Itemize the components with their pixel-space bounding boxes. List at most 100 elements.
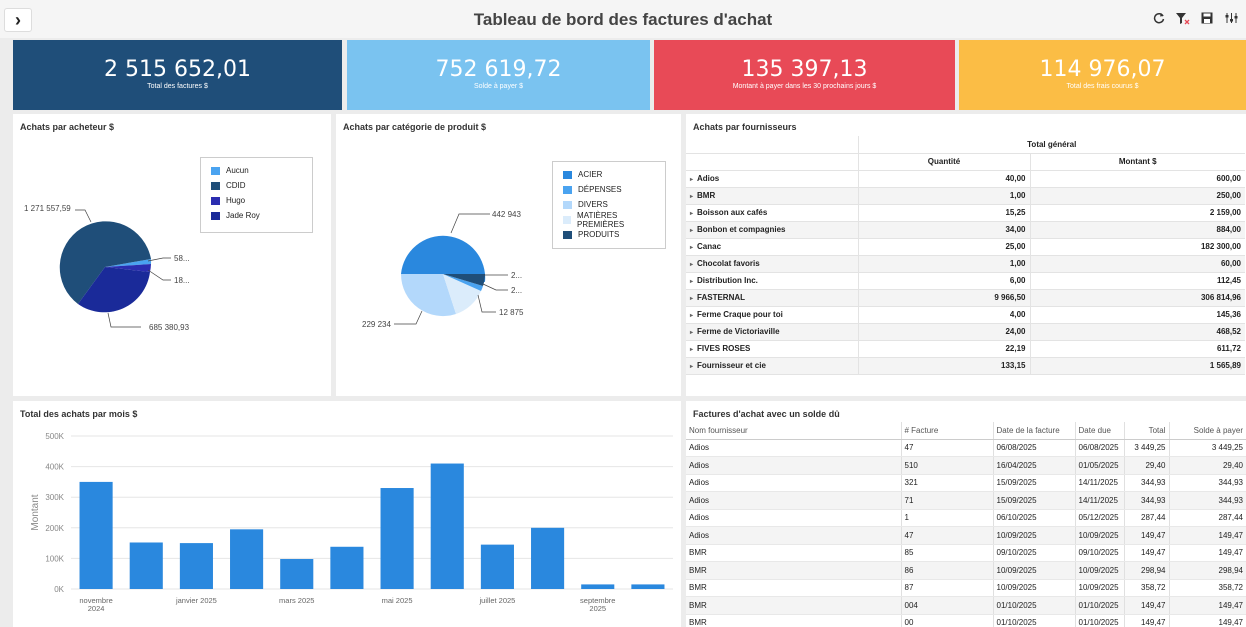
supplier-name[interactable]: ▸ Boisson aux cafés: [686, 204, 858, 222]
table-row[interactable]: ▸ Ferme Craque pour toi 4,00 145,36: [686, 306, 1245, 324]
supplier-name[interactable]: ▸ Chocolat favoris: [686, 255, 858, 273]
expand-caret-icon[interactable]: ▸: [690, 364, 693, 370]
bar[interactable]: [230, 529, 264, 589]
buyer-legend: Aucun CDID Hugo Jade Roy: [200, 157, 313, 233]
expand-caret-icon[interactable]: ▸: [690, 313, 693, 319]
amount-cell: 182 300,00: [1029, 238, 1245, 256]
suppliers-panel: Achats par fournisseurs Total général Qu…: [686, 114, 1246, 396]
column-header[interactable]: Montant $: [1029, 153, 1245, 171]
refresh-icon[interactable]: [1152, 12, 1166, 28]
balance-cell: 3 449,25: [1168, 439, 1246, 457]
table-row[interactable]: ▸ Chocolat favoris 1,00 60,00: [686, 255, 1245, 273]
amount-cell: 611,72: [1029, 340, 1245, 358]
column-header[interactable]: Nom fournisseur: [686, 422, 901, 440]
table-row[interactable]: BMR 86 10/09/2025 10/09/2025 298,94 298,94: [686, 561, 1246, 580]
table-row[interactable]: Adios 47 06/08/2025 06/08/2025 3 449,25 3 449…: [686, 439, 1246, 457]
amount-cell: 306 814,96: [1029, 289, 1245, 307]
table-row[interactable]: ▸ BMR 1,00 250,00: [686, 187, 1245, 205]
table-row[interactable]: ▸ Canac 25,00 182 300,00: [686, 238, 1245, 256]
table-row[interactable]: ▸ FASTERNAL 9 966,50 306 814,96: [686, 289, 1245, 307]
expand-caret-icon[interactable]: ▸: [690, 279, 693, 285]
expand-caret-icon[interactable]: ▸: [690, 194, 693, 200]
page-title: Tableau de bord des factures d'achat: [473, 10, 773, 29]
supplier-name[interactable]: ▸ Distribution Inc.: [686, 272, 858, 290]
invoice-number-cell: 510: [900, 456, 993, 475]
expand-caret-icon[interactable]: ▸: [690, 211, 693, 217]
quantity-cell: 40,00: [857, 170, 1030, 188]
bar[interactable]: [179, 543, 213, 589]
invoice-date-cell: 06/08/2025: [992, 439, 1075, 457]
invoice-date-cell: 15/09/2025: [992, 474, 1075, 492]
invoice-date-cell: 10/09/2025: [992, 526, 1075, 545]
table-row[interactable]: Adios 321 15/09/2025 14/11/2025 344,93 344,93: [686, 474, 1246, 492]
suppliers-title: Achats par fournisseurs: [693, 122, 797, 132]
bar[interactable]: [631, 584, 665, 589]
table-row[interactable]: ▸ Boisson aux cafés 15,25 2 159,00: [686, 204, 1245, 222]
table-row[interactable]: ▸ Ferme de Victoriaville 24,00 468,52: [686, 323, 1245, 341]
column-header[interactable]: Solde à payer: [1168, 422, 1246, 440]
table-row[interactable]: ▸ Bonbon et compagnies 34,00 884,00: [686, 221, 1245, 239]
kpi-total-invoices: 2 515 652,01 Total des factures $: [13, 40, 342, 110]
column-header[interactable]: Date de la facture: [992, 422, 1075, 440]
category-legend: ACIER DÉPENSES DIVERS MATIÈRES PREMIÈRES…: [552, 161, 666, 249]
expand-caret-icon[interactable]: ▸: [690, 228, 693, 234]
table-row[interactable]: Adios 71 15/09/2025 14/11/2025 344,93 344,93: [686, 491, 1246, 510]
expand-caret-icon[interactable]: ▸: [690, 296, 693, 302]
settings-icon[interactable]: [1224, 12, 1238, 28]
table-row[interactable]: Adios 510 16/04/2025 01/05/2025 29,40 29,40: [686, 456, 1246, 475]
column-header[interactable]: Quantité: [857, 153, 1030, 171]
table-row[interactable]: ▸ Fournisseur et cie 133,15 1 565,89: [686, 357, 1245, 375]
table-row[interactable]: BMR 00 01/10/2025 01/10/2025 149,47 149,47: [686, 614, 1246, 627]
table-row[interactable]: ▸ Adios 40,00 600,00: [686, 170, 1245, 188]
table-row[interactable]: Adios 1 06/10/2025 05/12/2025 287,44 287,44: [686, 509, 1246, 527]
kpi-accrued-fees: 114 976,07 Total des frais courus $: [959, 40, 1246, 110]
amount-cell: 250,00: [1029, 187, 1245, 205]
supplier-name[interactable]: ▸ BMR: [686, 187, 858, 205]
total-cell: 298,94: [1123, 561, 1169, 580]
expand-caret-icon[interactable]: ▸: [690, 177, 693, 183]
expand-caret-icon[interactable]: ▸: [690, 245, 693, 251]
quantity-cell: 133,15: [857, 357, 1030, 375]
table-row[interactable]: BMR 004 01/10/2025 01/10/2025 149,47 149,47: [686, 596, 1246, 615]
toolbar: [1152, 12, 1238, 28]
bar[interactable]: [330, 546, 364, 589]
table-row[interactable]: BMR 87 10/09/2025 10/09/2025 358,72 358,72: [686, 579, 1246, 597]
total-cell: 287,44: [1123, 509, 1169, 527]
bar[interactable]: [280, 559, 314, 589]
column-header[interactable]: Date due: [1074, 422, 1124, 440]
supplier-name[interactable]: ▸ Ferme Craque pour toi: [686, 306, 858, 324]
bar[interactable]: [79, 481, 113, 589]
table-row[interactable]: ▸ Distribution Inc. 6,00 112,45: [686, 272, 1245, 290]
supplier-name[interactable]: ▸ FIVES ROSES: [686, 340, 858, 358]
y-axis-label: Montant: [30, 494, 41, 530]
balance-cell: 149,47: [1168, 544, 1246, 562]
amount-cell: 2 159,00: [1029, 204, 1245, 222]
expand-caret-icon[interactable]: ▸: [690, 262, 693, 268]
supplier-cell: BMR: [686, 544, 901, 562]
bar[interactable]: [581, 584, 615, 589]
table-row[interactable]: ▸ FIVES ROSES 22,19 611,72: [686, 340, 1245, 358]
supplier-name[interactable]: ▸ FASTERNAL: [686, 289, 858, 307]
supplier-name[interactable]: ▸ Adios: [686, 170, 858, 188]
supplier-name[interactable]: ▸ Bonbon et compagnies: [686, 221, 858, 239]
table-row[interactable]: Adios 47 10/09/2025 10/09/2025 149,47 149,47: [686, 526, 1246, 545]
legend-item: Aucun: [211, 163, 304, 178]
column-header[interactable]: # Facture: [900, 422, 993, 440]
clear-filter-icon[interactable]: [1176, 12, 1190, 28]
bar[interactable]: [129, 542, 163, 589]
column-group-header: Total général: [857, 136, 1245, 154]
supplier-name[interactable]: ▸ Canac: [686, 238, 858, 256]
expand-caret-icon[interactable]: ▸: [690, 347, 693, 353]
bar[interactable]: [531, 527, 565, 589]
amount-cell: 60,00: [1029, 255, 1245, 273]
bar[interactable]: [380, 488, 414, 589]
supplier-name[interactable]: ▸ Fournisseur et cie: [686, 357, 858, 375]
table-row[interactable]: BMR 85 09/10/2025 09/10/2025 149,47 149,47: [686, 544, 1246, 562]
supplier-name[interactable]: ▸ Ferme de Victoriaville: [686, 323, 858, 341]
save-icon[interactable]: [1200, 12, 1214, 28]
column-header[interactable]: Total: [1123, 422, 1169, 440]
due-date-cell: 06/08/2025: [1074, 439, 1124, 457]
bar[interactable]: [480, 544, 514, 589]
expand-caret-icon[interactable]: ▸: [690, 330, 693, 336]
bar[interactable]: [430, 463, 464, 589]
